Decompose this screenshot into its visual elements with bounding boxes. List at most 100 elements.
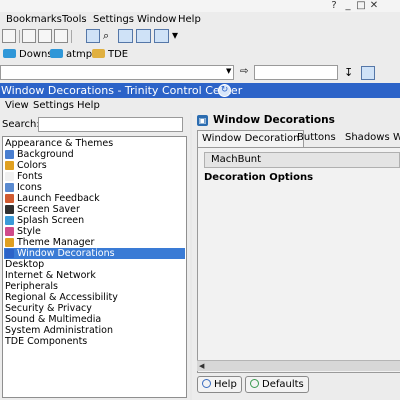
tree-item[interactable]: Security & Privacy — [4, 303, 185, 314]
tree-item-label: Colors — [17, 160, 47, 171]
folder-icon — [50, 49, 63, 58]
view-icon[interactable] — [54, 29, 68, 43]
toolbar-separator — [19, 30, 20, 43]
module-tree[interactable]: Appearance & Themes Background Colors Fonts… — [2, 136, 187, 398]
tab-panel: MachBunt Decoration Options — [197, 147, 400, 373]
tree-item-label: Splash Screen — [17, 215, 85, 226]
tree-item-label: Background — [17, 149, 74, 160]
search-input[interactable] — [38, 117, 183, 132]
launch-feedback-icon — [5, 194, 14, 203]
decoration-options-heading: Decoration Options — [204, 172, 314, 183]
tree-item-label: Sound & Multimedia — [5, 314, 102, 325]
web-search-input[interactable] — [254, 65, 338, 80]
tree-item-label: TDE Components — [5, 336, 88, 347]
menu-view[interactable]: View — [5, 99, 29, 112]
tree-item-label: Fonts — [17, 171, 43, 182]
defaults-button[interactable]: Defaults — [245, 376, 309, 393]
tree-item[interactable]: Style — [4, 226, 185, 237]
tree-item[interactable]: Regional & Accessibility — [4, 292, 185, 303]
tree-item-label: Peripherals — [5, 281, 58, 292]
tree-item[interactable]: Background — [4, 149, 185, 160]
tree-item[interactable]: Splash Screen — [4, 215, 185, 226]
tree-item[interactable]: Internet & Network — [4, 270, 185, 281]
close-button[interactable]: ✕ — [367, 0, 381, 12]
tree-item-label: System Administration — [5, 325, 113, 336]
tree-item[interactable]: Icons — [4, 182, 185, 193]
bookmark-atmp[interactable]: atmp — [50, 48, 92, 61]
tree-item[interactable]: Peripherals — [4, 281, 185, 292]
style-icon — [5, 227, 14, 236]
tree-item[interactable]: Appearance & Themes — [4, 138, 185, 149]
tree-item[interactable]: Colors — [4, 160, 185, 171]
folder-icon — [92, 49, 105, 58]
sidebar-icon[interactable] — [361, 66, 375, 80]
theme-manager-icon — [5, 238, 14, 247]
print-icon[interactable] — [2, 29, 16, 43]
tree-item[interactable]: System Administration — [4, 325, 185, 336]
scroll-left-icon[interactable]: ◀ — [199, 361, 204, 371]
split-horizontal-icon[interactable] — [136, 29, 151, 43]
toolbar-separator — [71, 30, 72, 43]
help-button[interactable]: Help — [197, 376, 242, 393]
go-icon[interactable]: ⇨ — [240, 66, 248, 77]
tree-item-label: Desktop — [5, 259, 45, 270]
menu-settings[interactable]: Settings — [33, 99, 74, 112]
maximize-button[interactable]: □ — [354, 0, 368, 12]
tab-more[interactable]: W — [389, 130, 400, 147]
tree-item[interactable]: Screen Saver — [4, 204, 185, 215]
reset-icon — [250, 379, 259, 388]
menu-settings[interactable]: Settings — [93, 13, 134, 26]
window-menu-icon[interactable]: ↻ — [218, 84, 231, 97]
screen-saver-icon — [5, 205, 14, 214]
tree-item[interactable]: Desktop — [4, 259, 185, 270]
bookmark-downs[interactable]: Downs — [3, 48, 53, 61]
menu-help[interactable]: Help — [178, 13, 201, 26]
menu-bookmarks[interactable]: Bookmarks — [6, 13, 62, 26]
splash-screen-icon — [5, 216, 14, 225]
page-icon[interactable] — [86, 29, 100, 43]
tree-item[interactable]: TDE Components — [4, 336, 185, 347]
bookmark-tde[interactable]: TDE — [92, 48, 128, 61]
folder-icon — [3, 49, 16, 58]
zoom-out-icon[interactable] — [38, 29, 52, 43]
search-label: Search: — [2, 119, 40, 130]
navigation-panel: Search: Appearance & Themes Background Col… — [0, 113, 190, 400]
decoration-select[interactable]: MachBunt — [204, 152, 400, 168]
tree-item-label: Theme Manager — [17, 237, 95, 248]
tab-buttons[interactable]: Buttons — [293, 130, 340, 147]
tree-item-label: Style — [17, 226, 41, 237]
module-panel: ▣ Window Decorations Window Decoration B… — [192, 113, 400, 400]
background-icon — [5, 150, 14, 159]
tree-item[interactable]: Window Decorations — [4, 248, 185, 259]
module-title: Window Decorations — [213, 114, 335, 126]
tab-shadows[interactable]: Shadows — [341, 130, 394, 147]
menu-help[interactable]: Help — [77, 99, 100, 112]
tree-item[interactable]: Theme Manager — [4, 237, 185, 248]
tree-item-label: Internet & Network — [5, 270, 96, 281]
window-decorations-icon — [5, 249, 14, 258]
panel-icon[interactable] — [154, 29, 169, 43]
tab-window-decoration[interactable]: Window Decoration — [197, 130, 305, 147]
tree-item-label: Appearance & Themes — [5, 138, 114, 149]
zoom-in-icon[interactable] — [22, 29, 36, 43]
find-icon[interactable]: ⌕ — [103, 29, 109, 43]
tree-item-label: Regional & Accessibility — [5, 292, 118, 303]
split-view-icon[interactable] — [118, 29, 133, 43]
tree-item[interactable]: Launch Feedback — [4, 193, 185, 204]
menu-window[interactable]: Window — [137, 13, 176, 26]
tree-item[interactable]: Fonts — [4, 171, 185, 182]
help-icon — [202, 379, 211, 388]
help-window-button[interactable]: ? — [327, 0, 341, 12]
tcc-titlebar[interactable]: Window Decorations - Trinity Control Cen… — [0, 83, 400, 98]
tree-item[interactable]: Sound & Multimedia — [4, 314, 185, 325]
horizontal-scrollbar[interactable]: ◀ — [197, 360, 400, 371]
menu-tools[interactable]: Tools — [62, 13, 87, 26]
chevron-down-icon[interactable]: ▼ — [226, 67, 231, 75]
torch-icon[interactable]: ▾ — [172, 28, 178, 42]
location-input[interactable] — [0, 65, 234, 80]
icons-icon — [5, 183, 14, 192]
minimize-button[interactable]: _ — [341, 0, 355, 12]
browser-menubar: Bookmarks Tools Settings Window Help — [0, 12, 400, 27]
search-go-icon[interactable]: ↧ — [344, 66, 353, 79]
tree-item-label: Window Decorations — [17, 248, 115, 259]
